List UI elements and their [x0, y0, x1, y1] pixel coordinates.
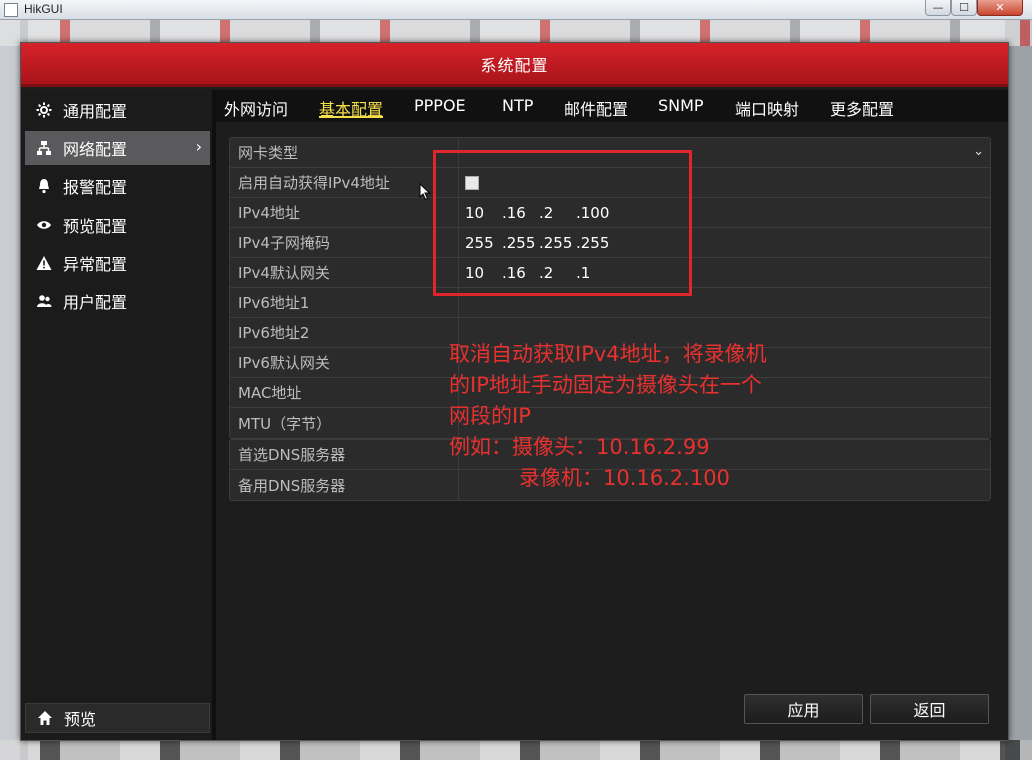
sidebar-item-label: 网络配置: [63, 140, 128, 159]
apply-button[interactable]: 应用: [744, 694, 863, 724]
preview-button-label: 预览: [64, 710, 97, 729]
window-title: HikGUI: [24, 2, 63, 16]
home-icon: [26, 710, 64, 726]
ipv6-address2-label: IPv6地址2: [230, 318, 459, 347]
minimize-button[interactable]: —: [925, 0, 951, 16]
close-button[interactable]: ✕: [977, 0, 1023, 16]
dns-secondary-label: 备用DNS服务器: [230, 470, 459, 500]
nic-type-label: 网卡类型: [230, 138, 459, 167]
annotation-text: 取消自动获取IPv4地址，将录像机 的IP地址手动固定为摄像头在一个 网段的IP…: [449, 339, 767, 494]
sidebar-item-users[interactable]: 用户配置: [25, 284, 210, 318]
annotation-highlight-box: [433, 150, 692, 296]
mac-label: MAC地址: [230, 378, 459, 407]
tab-external-access[interactable]: 外网访问: [224, 96, 288, 119]
ipv6-address1-label: IPv6地址1: [230, 288, 459, 317]
preview-button[interactable]: 预览: [25, 703, 210, 733]
annotation-line: 网段的IP: [449, 404, 531, 428]
warning-icon: [25, 255, 63, 271]
sidebar-divider: [212, 90, 216, 740]
dialog-header: 系统配置: [21, 43, 1008, 87]
annotation-line: 录像机：10.16.2.100: [519, 466, 730, 490]
tab-ntp[interactable]: NTP: [502, 96, 533, 118]
app-icon: [4, 3, 18, 17]
tab-snmp[interactable]: SNMP: [658, 96, 704, 118]
sidebar: 通用配置 网络配置 › 报警配置 预览配置 异常配置 用户配置 预览: [21, 90, 212, 740]
mouse-cursor-icon: [419, 183, 431, 201]
tab-port-mapping[interactable]: 端口映射: [735, 96, 799, 119]
video-background-bottom: [0, 740, 1032, 760]
annotation-line: 取消自动获取IPv4地址，将录像机: [449, 342, 767, 366]
sidebar-item-network[interactable]: 网络配置 ›: [25, 131, 210, 165]
users-icon: [25, 293, 63, 309]
sidebar-item-label: 通用配置: [63, 102, 128, 121]
tab-bar: 外网访问 基本配置 PPPOE NTP 邮件配置 SNMP 端口映射 更多配置: [216, 90, 1008, 122]
sidebar-item-general[interactable]: 通用配置: [25, 93, 210, 127]
sidebar-item-alarm[interactable]: 报警配置: [25, 169, 210, 203]
back-button[interactable]: 返回: [870, 694, 989, 724]
tab-email[interactable]: 邮件配置: [564, 96, 628, 119]
annotation-line: 的IP地址手动固定为摄像头在一个: [449, 373, 762, 397]
tab-pppoe[interactable]: PPPOE: [414, 96, 466, 118]
dialog-title: 系统配置: [480, 55, 549, 75]
dns-primary-label: 首选DNS服务器: [230, 440, 459, 469]
ipv4-address-label: IPv4地址: [230, 198, 459, 227]
sidebar-item-label: 预览配置: [63, 217, 128, 236]
chevron-right-icon: ›: [195, 137, 202, 156]
tab-basic-config[interactable]: 基本配置: [319, 96, 384, 119]
sidebar-item-label: 异常配置: [63, 255, 128, 274]
ipv4-mask-label: IPv4子网掩码: [230, 228, 459, 257]
network-icon: [25, 140, 63, 156]
eye-icon: [25, 217, 63, 233]
ipv4-gateway-label: IPv4默认网关: [230, 258, 459, 287]
alarm-bell-icon: [25, 178, 63, 194]
mtu-label: MTU（字节）: [230, 408, 459, 438]
tab-more-config[interactable]: 更多配置: [830, 96, 894, 119]
ipv6-gateway-label: IPv6默认网关: [230, 348, 459, 377]
sidebar-item-label: 用户配置: [63, 293, 128, 312]
system-config-dialog: 系统配置 通用配置 网络配置 › 报警配置 预览配置 异常配置 用户配置 预览 …: [20, 42, 1009, 741]
chevron-down-icon[interactable]: ⌄: [973, 144, 984, 159]
maximize-button[interactable]: ☐: [951, 0, 977, 16]
annotation-line: 例如：摄像头：10.16.2.99: [449, 435, 710, 459]
sidebar-item-label: 报警配置: [63, 178, 128, 197]
sidebar-item-exception[interactable]: 异常配置: [25, 246, 210, 280]
window-titlebar: HikGUI — ☐ ✕: [0, 0, 1032, 20]
sidebar-item-preview-config[interactable]: 预览配置: [25, 208, 210, 242]
gear-icon: [25, 102, 63, 118]
